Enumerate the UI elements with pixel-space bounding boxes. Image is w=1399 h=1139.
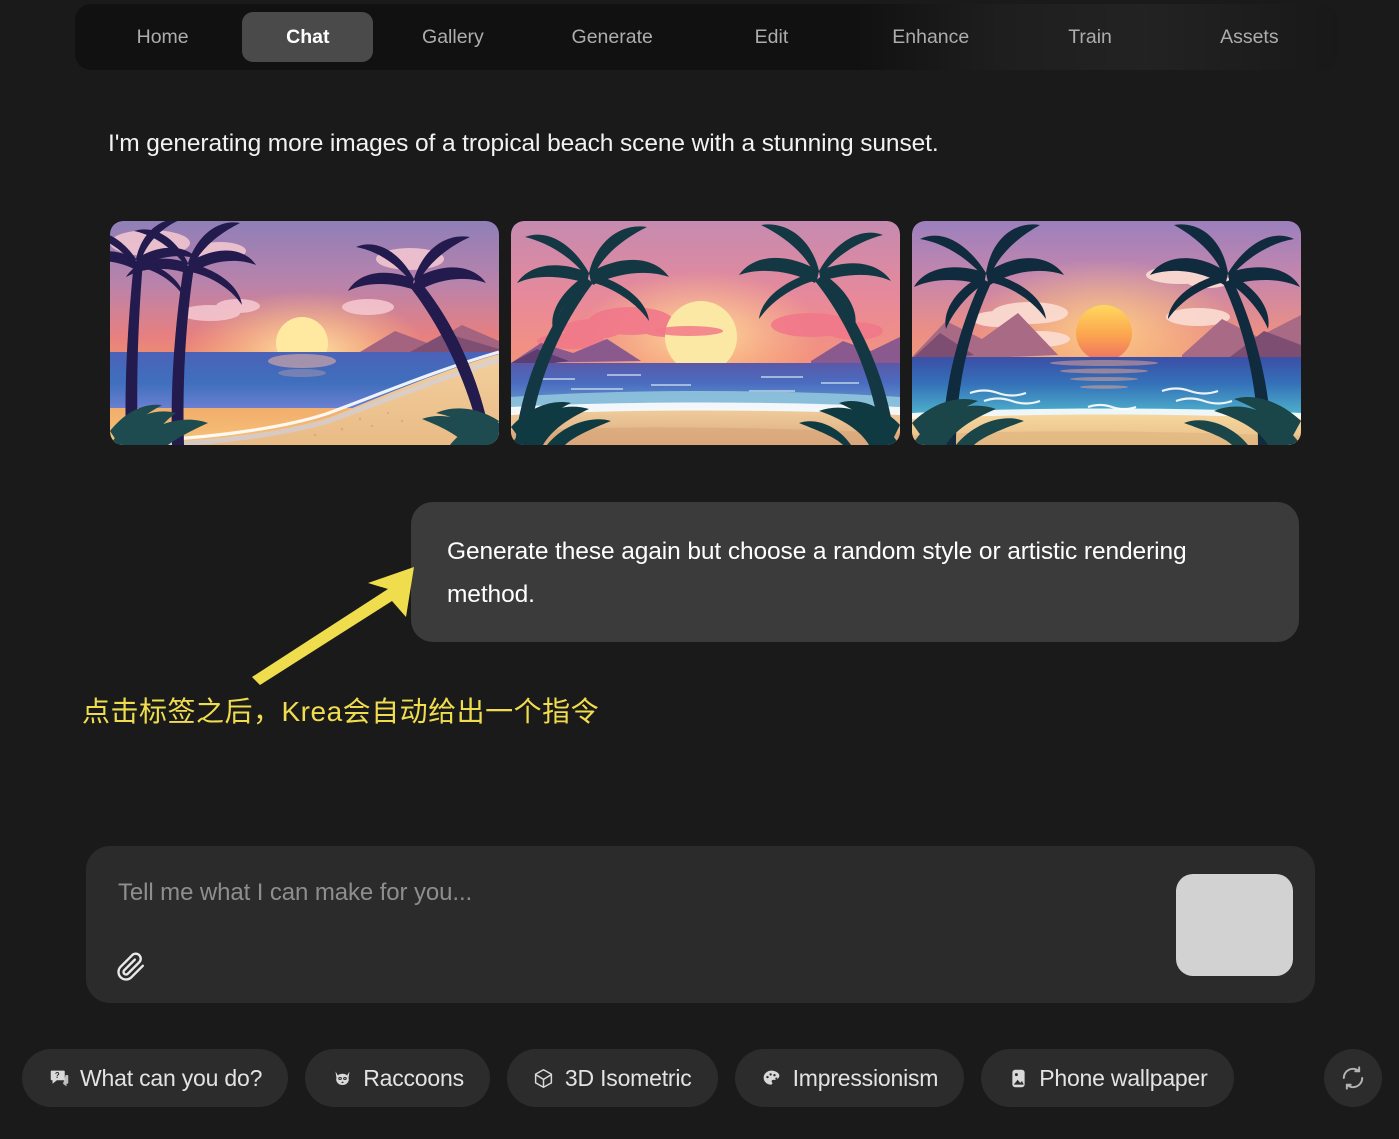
refresh-suggestions-button[interactable]: [1324, 1049, 1382, 1107]
annotation-arrow-icon: [252, 567, 414, 685]
nav-tab-gallery[interactable]: Gallery: [373, 12, 532, 62]
nav-tab-home[interactable]: Home: [83, 12, 242, 62]
cube-icon: [533, 1067, 555, 1089]
generated-image-3[interactable]: [912, 221, 1301, 445]
nav-tab-chat[interactable]: Chat: [242, 12, 374, 62]
main-navigation: Home Chat Gallery Generate Edit Enhance …: [75, 4, 1337, 70]
generated-image-1[interactable]: [110, 221, 499, 445]
raccoon-icon: [331, 1067, 353, 1089]
user-message-bubble: Generate these again but choose a random…: [411, 502, 1299, 642]
krea-chat-app: Home Chat Gallery Generate Edit Enhance …: [0, 0, 1399, 1139]
chip-label: Impressionism: [792, 1064, 939, 1091]
composer-placeholder[interactable]: Tell me what I can make for you...: [118, 879, 472, 907]
nav-tab-edit[interactable]: Edit: [692, 12, 851, 62]
assistant-message: I'm generating more images of a tropical…: [108, 130, 939, 157]
annotation-text: 点击标签之后，Krea会自动给出一个指令: [82, 696, 600, 727]
nav-tab-train[interactable]: Train: [1010, 12, 1169, 62]
nav-tab-enhance[interactable]: Enhance: [851, 12, 1010, 62]
chip-what-can-you-do[interactable]: ? What can you do?: [22, 1049, 289, 1107]
phone-image-icon: [1007, 1067, 1029, 1089]
suggestion-chips: ? What can you do? Raccoons 3D Isometric…: [22, 1048, 1382, 1108]
svg-text:?: ?: [54, 1071, 59, 1080]
chip-label: 3D Isometric: [564, 1064, 692, 1091]
chip-label: Phone wallpaper: [1039, 1064, 1208, 1091]
generated-image-2[interactable]: [511, 221, 900, 445]
refresh-icon: [1342, 1066, 1364, 1090]
nav-tab-generate[interactable]: Generate: [533, 12, 692, 62]
attach-button[interactable]: [108, 945, 154, 989]
generated-image-row: [110, 221, 1301, 445]
chip-label: Raccoons: [363, 1064, 464, 1091]
chip-label: What can you do?: [80, 1064, 263, 1091]
chip-phone-wallpaper[interactable]: Phone wallpaper: [981, 1049, 1234, 1107]
chip-impressionism[interactable]: Impressionism: [734, 1049, 965, 1107]
nav-tab-assets[interactable]: Assets: [1170, 12, 1329, 62]
chip-raccoons[interactable]: Raccoons: [305, 1049, 490, 1107]
message-composer: Tell me what I can make for you...: [86, 846, 1315, 1003]
send-button[interactable]: [1176, 874, 1293, 976]
paperclip-icon: [117, 952, 144, 981]
question-bubble-icon: ?: [48, 1067, 70, 1089]
chip-3d-isometric[interactable]: 3D Isometric: [506, 1049, 718, 1107]
palette-icon: [761, 1067, 783, 1089]
user-message-text: Generate these again but choose a random…: [447, 538, 1187, 608]
